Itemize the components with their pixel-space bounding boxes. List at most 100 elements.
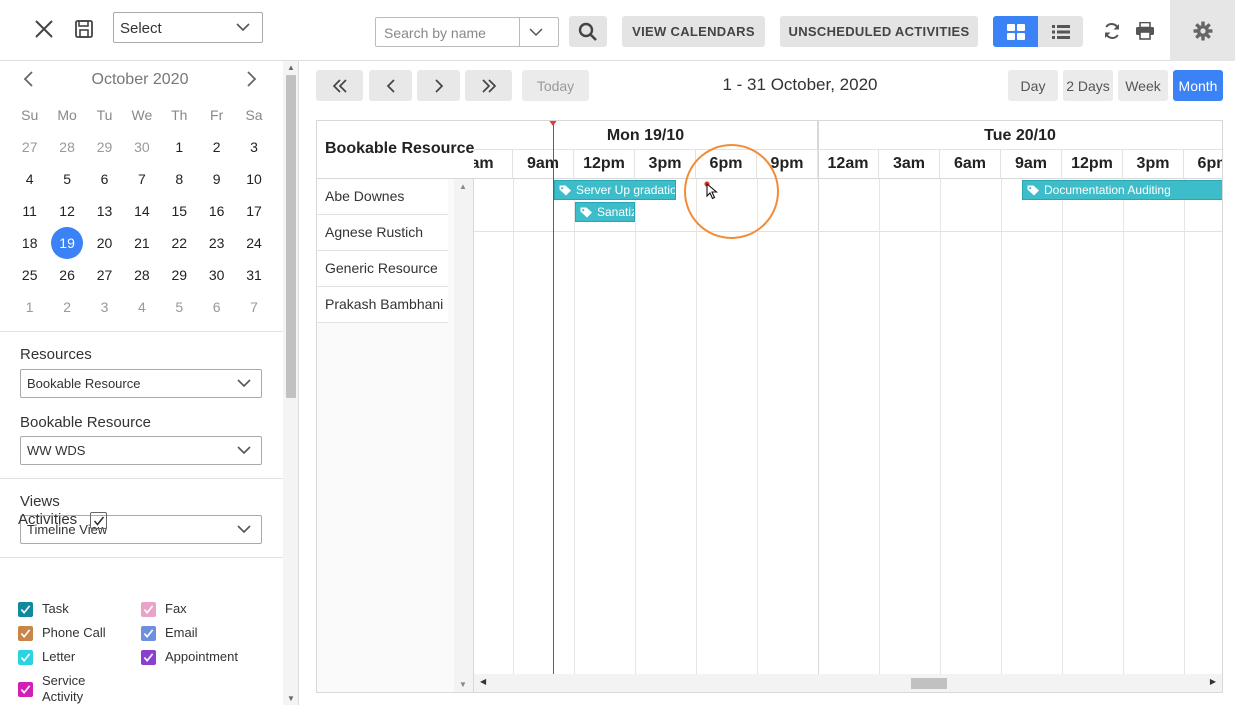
grid-view-button[interactable] <box>993 16 1038 47</box>
close-icon[interactable] <box>30 15 58 43</box>
calendar-day[interactable]: 2 <box>48 293 85 321</box>
calendar-day[interactable]: 28 <box>48 133 85 161</box>
calendar-day[interactable]: 4 <box>11 165 48 193</box>
calendar-day[interactable]: 1 <box>161 133 198 161</box>
day-header: Tue 20/10 <box>818 121 1222 150</box>
scroll-down-icon[interactable]: ▼ <box>287 694 295 703</box>
view-2days-button[interactable]: 2 Days <box>1063 70 1113 101</box>
calendar-day[interactable]: 15 <box>161 197 198 225</box>
calendar-day[interactable]: 12 <box>48 197 85 225</box>
event-server-upgradation[interactable]: Server Up gradation <box>554 180 676 200</box>
calendar-day[interactable]: 11 <box>11 197 48 225</box>
scroll-thumb[interactable] <box>286 75 296 398</box>
calendar-day[interactable]: 14 <box>123 197 160 225</box>
calendar-day[interactable]: 26 <box>48 261 85 289</box>
activity-filter-service-activity[interactable]: Service Activity <box>18 673 108 705</box>
calendar-day[interactable]: 23 <box>198 229 235 257</box>
view-week-button[interactable]: Week <box>1118 70 1168 101</box>
activity-filter-task[interactable]: Task <box>18 601 69 617</box>
save-icon[interactable] <box>70 15 98 43</box>
grid-line <box>1001 179 1002 674</box>
scroll-thumb[interactable] <box>911 678 947 689</box>
activity-filter-appointment[interactable]: Appointment <box>141 649 238 665</box>
view-calendars-button[interactable]: VIEW CALENDARS <box>622 16 765 47</box>
activity-filter-fax[interactable]: Fax <box>141 601 187 617</box>
calendar-day[interactable]: 17 <box>235 197 272 225</box>
calendar-day[interactable]: 5 <box>48 165 85 193</box>
calendar-day[interactable]: 27 <box>86 261 123 289</box>
calendar-day[interactable]: 9 <box>198 165 235 193</box>
next-button[interactable] <box>417 70 460 101</box>
calendar-day[interactable]: 8 <box>161 165 198 193</box>
view-day-button[interactable]: Day <box>1008 70 1058 101</box>
calendar-day[interactable]: 22 <box>161 229 198 257</box>
resource-row[interactable]: Prakash Bambhani <box>317 287 448 323</box>
calendar-day[interactable]: 29 <box>86 133 123 161</box>
timeline-horizontal-scrollbar[interactable]: ◀ ▶ <box>474 674 1222 692</box>
calendar-day[interactable]: 2 <box>198 133 235 161</box>
calendar-day[interactable]: 7 <box>235 293 272 321</box>
prev-button[interactable] <box>369 70 412 101</box>
search-input[interactable]: Search by name <box>375 17 559 47</box>
activity-filter-letter[interactable]: Letter <box>18 649 75 665</box>
activity-filter-email[interactable]: Email <box>141 625 198 641</box>
scroll-down-icon[interactable]: ▼ <box>459 680 467 689</box>
scroll-up-icon[interactable]: ▲ <box>287 63 295 72</box>
calendar-day[interactable]: 21 <box>123 229 160 257</box>
calendar-day[interactable]: 6 <box>198 293 235 321</box>
scroll-up-icon[interactable]: ▲ <box>459 182 467 191</box>
calendar-day[interactable]: 7 <box>123 165 160 193</box>
mini-calendar: Su Mo Tu We Th Fr Sa 27 28 29 30 1 2 3 4… <box>11 99 273 323</box>
timeline-area[interactable]: Mon 19/10 Tue 20/10 am 9am 12pm 3pm 6pm … <box>474 121 1222 692</box>
resource-row[interactable]: Agnese Rustich <box>317 215 448 251</box>
list-view-button[interactable] <box>1038 16 1083 47</box>
prev-fast-button[interactable] <box>316 70 363 101</box>
next-month-icon[interactable] <box>244 71 258 92</box>
activities-select-all-checkbox[interactable] <box>90 512 107 529</box>
calendar-day[interactable]: 16 <box>198 197 235 225</box>
calendar-day[interactable]: 5 <box>161 293 198 321</box>
calendar-day[interactable]: 13 <box>86 197 123 225</box>
activity-filter-phone-call[interactable]: Phone Call <box>18 625 106 641</box>
unscheduled-activities-button[interactable]: UNSCHEDULED ACTIVITIES <box>780 16 978 47</box>
calendar-day[interactable]: 30 <box>198 261 235 289</box>
calendar-day-selected[interactable]: 19 <box>48 227 85 259</box>
search-dropdown-icon[interactable] <box>528 24 544 43</box>
calendar-day[interactable]: 27 <box>11 133 48 161</box>
hour-header: 3pm <box>1123 150 1184 179</box>
search-button[interactable] <box>569 16 607 47</box>
grid-line <box>635 179 636 674</box>
calendar-day[interactable]: 29 <box>161 261 198 289</box>
event-sanatization[interactable]: Sanatization <box>575 202 635 222</box>
calendar-day[interactable]: 10 <box>235 165 272 193</box>
event-documentation-auditing[interactable]: Documentation Auditing <box>1022 180 1222 200</box>
calendar-day[interactable]: 1 <box>11 293 48 321</box>
view-month-button[interactable]: Month <box>1173 70 1223 101</box>
double-chevron-left-icon <box>332 78 347 93</box>
calendar-day[interactable]: 20 <box>86 229 123 257</box>
calendar-day[interactable]: 4 <box>123 293 160 321</box>
calendar-day[interactable]: 31 <box>235 261 272 289</box>
resource-row[interactable]: Abe Downes <box>317 179 448 215</box>
resources-dropdown[interactable]: Bookable Resource <box>20 369 262 398</box>
calendar-day[interactable]: 24 <box>235 229 272 257</box>
calendar-day[interactable]: 6 <box>86 165 123 193</box>
calendar-day[interactable]: 25 <box>11 261 48 289</box>
bookable-resource-dropdown[interactable]: WW WDS <box>20 436 262 465</box>
scroll-left-icon[interactable]: ◀ <box>480 677 486 686</box>
settings-button[interactable] <box>1170 0 1235 61</box>
calendar-day[interactable]: 28 <box>123 261 160 289</box>
print-icon[interactable] <box>1132 18 1158 44</box>
calendar-day[interactable]: 3 <box>86 293 123 321</box>
record-select[interactable]: Select <box>113 12 263 43</box>
sidebar-scrollbar[interactable]: ▲ ▼ <box>283 61 299 705</box>
calendar-day[interactable]: 3 <box>235 133 272 161</box>
resource-row[interactable]: Generic Resource <box>317 251 448 287</box>
calendar-day[interactable]: 18 <box>11 229 48 257</box>
today-button[interactable]: Today <box>522 70 589 101</box>
refresh-icon[interactable] <box>1099 18 1125 44</box>
resource-scrollbar[interactable]: ▲ ▼ <box>454 179 473 692</box>
scroll-right-icon[interactable]: ▶ <box>1210 677 1216 686</box>
next-fast-button[interactable] <box>465 70 512 101</box>
calendar-day[interactable]: 30 <box>123 133 160 161</box>
